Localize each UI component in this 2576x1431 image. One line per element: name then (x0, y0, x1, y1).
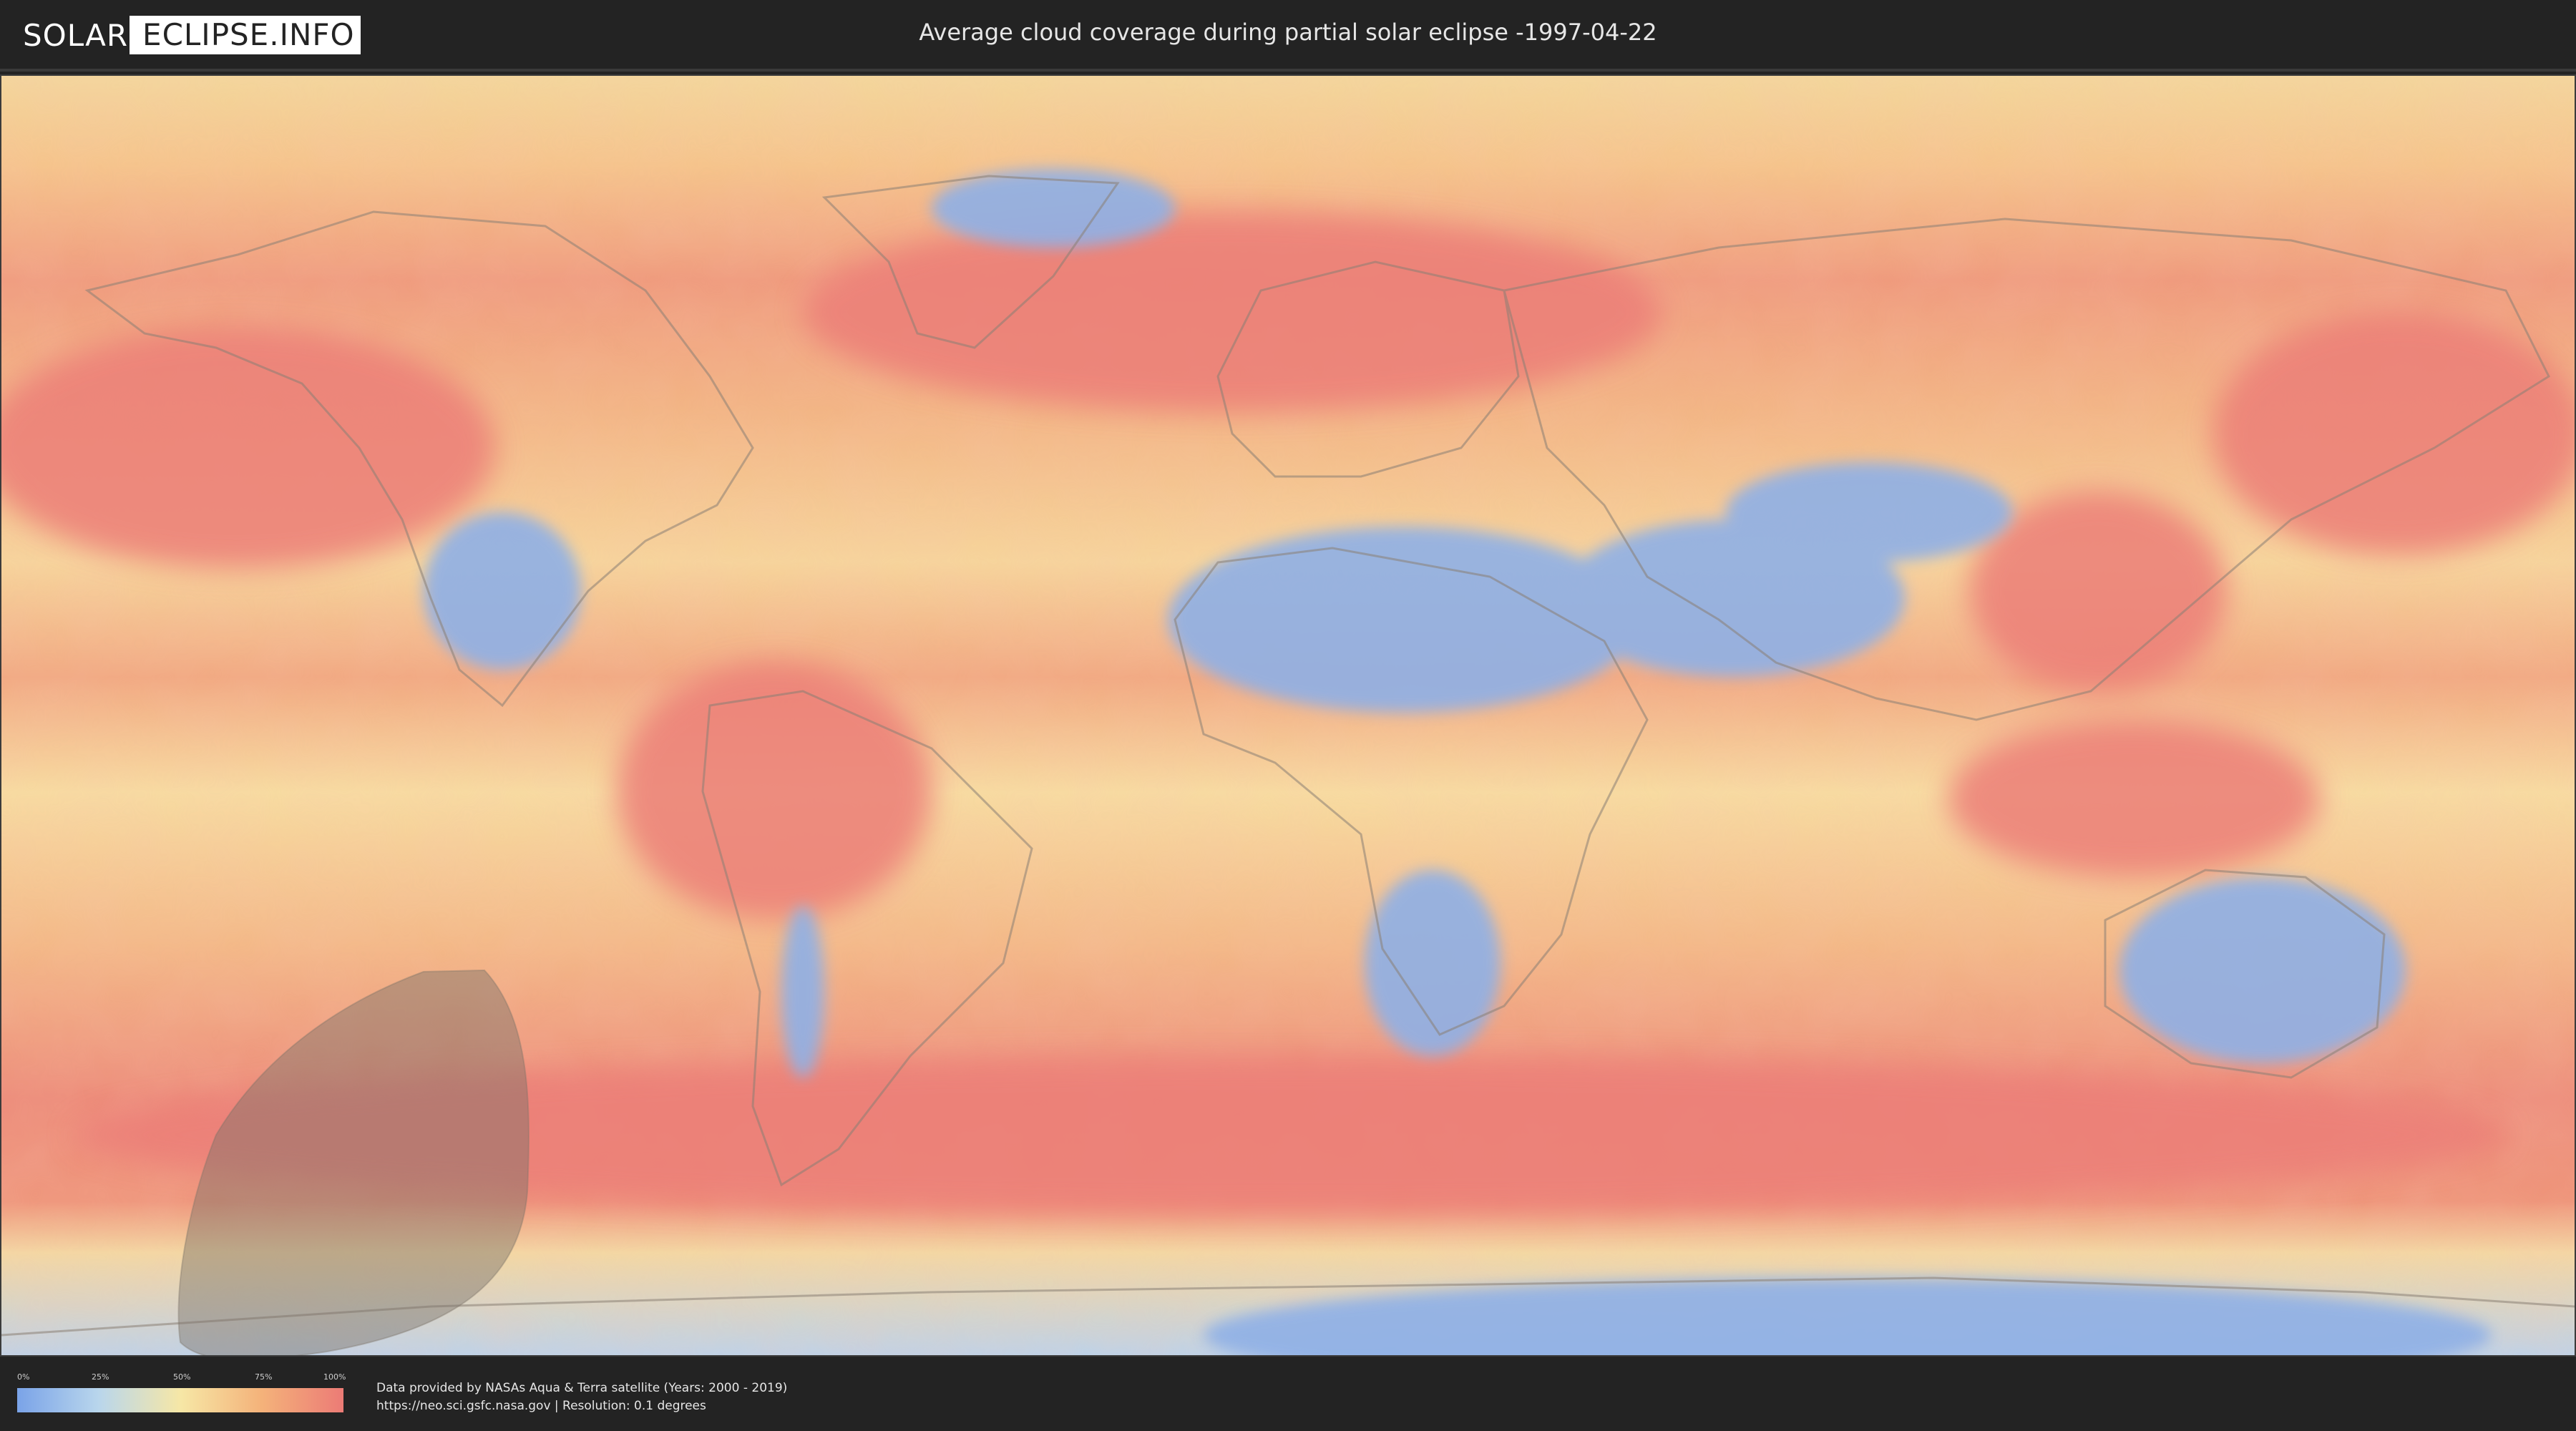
legend-color-bar (17, 1388, 343, 1412)
cloud-coverage-map[interactable] (1, 76, 2575, 1355)
page: SOLAR ◂ECLIPSE.INFO Average cloud covera… (0, 0, 2576, 1431)
cloud-coverage-legend: 0% 25% 50% 75% 100% (17, 1372, 346, 1412)
legend-tick-75: 75% (255, 1372, 273, 1382)
map-frame (0, 74, 2576, 1357)
page-title: Average cloud coverage during partial so… (919, 19, 1657, 46)
data-credit: Data provided by NASAs Aqua & Terra sate… (376, 1379, 787, 1415)
legend-tick-0: 0% (17, 1372, 30, 1382)
header-bar: SOLAR ◂ECLIPSE.INFO Average cloud covera… (0, 0, 2576, 72)
legend-tick-50: 50% (173, 1372, 191, 1382)
legend-tick-100: 100% (323, 1372, 346, 1382)
legend-tick-25: 25% (92, 1372, 109, 1382)
credit-line-source: Data provided by NASAs Aqua & Terra sate… (376, 1381, 788, 1395)
credit-line-url[interactable]: https://neo.sci.gsfc.nasa.gov | Resoluti… (376, 1397, 787, 1415)
footer-bar: 0% 25% 50% 75% 100% Data provided by NAS… (0, 1357, 2576, 1431)
